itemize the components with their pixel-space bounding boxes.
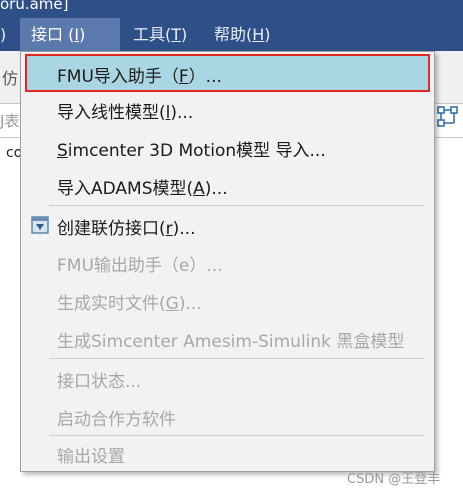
menu-item-output-settings: 输出设置 (23, 434, 432, 472)
menu-item-label: Simcenter 3D Motion模型 导入... (57, 141, 326, 161)
menu-tools-suffix: ) (181, 25, 188, 44)
secondary-toolbar-fragment: J表 (0, 112, 20, 130)
menu-item-simcenter-3d-motion-import[interactable]: Simcenter 3D Motion模型 导入... (23, 128, 432, 166)
menu-tools[interactable]: 工具(T) (133, 18, 187, 51)
menu-item-import-linear-model[interactable]: 导入线性模型(l)... (23, 90, 432, 128)
menu-item-label: FMU输出助手（e）... (57, 256, 223, 276)
menu-help[interactable]: 帮助(H) (214, 18, 271, 51)
menu-item-label: 输出设置 (57, 447, 125, 467)
window-title: oru.ame] (0, 0, 69, 13)
menu-item-create-cosim-interface[interactable]: 创建联仿接口(r)... (23, 206, 432, 244)
menu-item-generate-simulink-blackbox: 生成Simcenter Amesim-Simulink 黑盒模型 (23, 319, 432, 357)
menu-item-fmu-export: FMU输出助手（e）... (23, 243, 432, 281)
menu-item-label: 创建联仿接口(r)... (57, 219, 196, 239)
window-title-bar: oru.ame] (0, 0, 463, 18)
cosim-interface-icon (31, 216, 49, 234)
menu-item-label: 导入线性模型(l)... (57, 103, 194, 123)
menu-help-mnemonic: H (252, 25, 265, 44)
menu-tools-mnemonic: T (171, 25, 182, 44)
interface-dropdown-menu: FMU导入助手（F）... 导入线性模型(l)... Simcenter 3D … (20, 51, 435, 472)
menu-interface[interactable]: 接口 (I) (20, 18, 120, 51)
menu-interface-label: 接口 ( (31, 25, 75, 44)
toolbar-fragment: 仿 (2, 69, 19, 88)
menu-item-label: FMU导入助手（F）... (57, 67, 222, 87)
menu-item-fmu-import[interactable]: FMU导入助手（F）... (25, 54, 430, 92)
menu-interface-suffix: ) (79, 25, 86, 44)
menu-item-label: 导入ADAMS模型(A)... (57, 179, 228, 199)
menu-item-label: 启动合作方软件 (57, 410, 176, 430)
menu-item-launch-partner-software: 启动合作方软件 (23, 397, 432, 435)
menu-help-suffix: ) (264, 25, 271, 44)
menu-bar: ) 接口 (I) 工具(T) 帮助(H) (0, 18, 463, 51)
menu-item-generate-realtime-file: 生成实时文件(G)... (23, 281, 432, 319)
watermark: CSDN @王登丰 (347, 472, 441, 487)
menu-item-label: 生成实时文件(G)... (57, 294, 202, 314)
menu-item-label: 生成Simcenter Amesim-Simulink 黑盒模型 (57, 332, 405, 352)
menu-item-label: 接口状态... (57, 372, 142, 392)
menu-prev-label: ) (0, 25, 7, 44)
menu-prev-item[interactable]: ) (0, 18, 6, 51)
menu-help-label: 帮助( (214, 25, 253, 44)
network-diagram-icon[interactable] (437, 106, 459, 128)
menu-item-interface-status: 接口状态... (23, 359, 432, 397)
menu-tools-label: 工具( (133, 25, 172, 44)
menu-item-import-adams-model[interactable]: 导入ADAMS模型(A)... (23, 166, 432, 204)
